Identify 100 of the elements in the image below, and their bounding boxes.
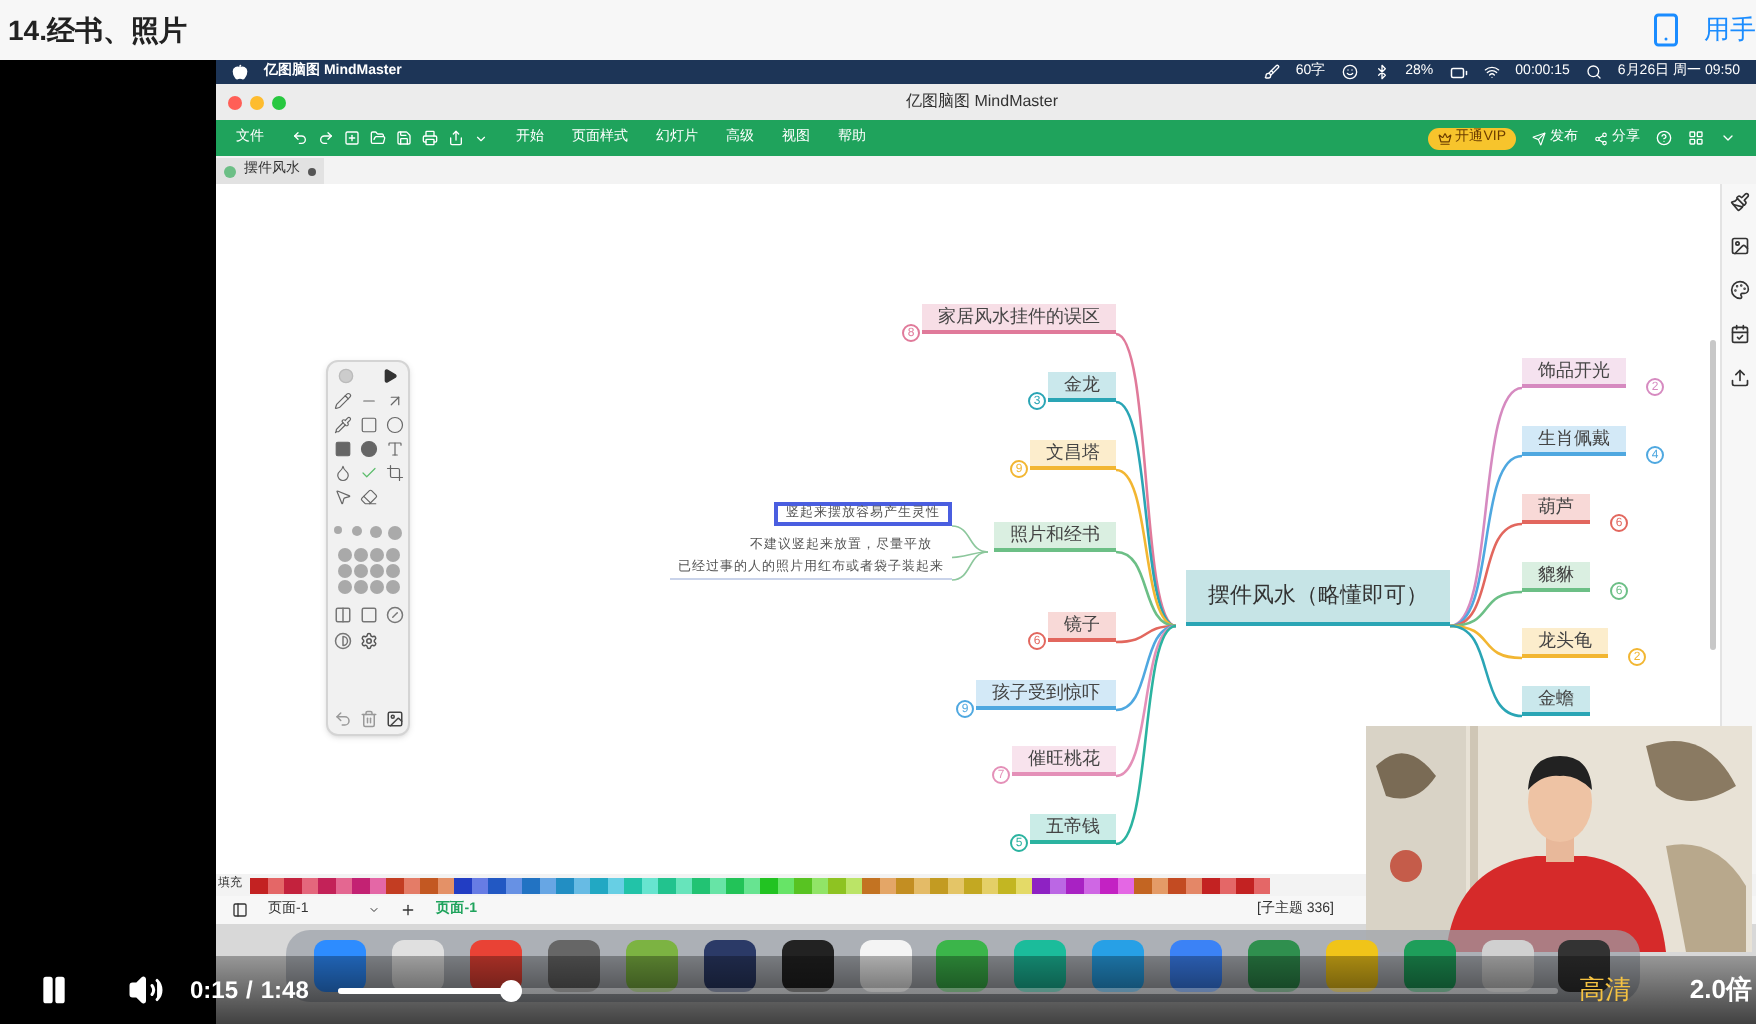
- color-swatch[interactable]: [624, 877, 641, 893]
- topic-node[interactable]: 催旺桃花: [1012, 746, 1116, 772]
- topic-node[interactable]: 孩子受到惊吓: [976, 680, 1116, 706]
- pencil-icon[interactable]: [333, 392, 351, 410]
- speed-button[interactable]: 2.0倍: [1689, 970, 1752, 1010]
- color-swatch[interactable]: [879, 877, 896, 893]
- color-swatch[interactable]: [794, 877, 811, 893]
- droplet-icon[interactable]: [333, 464, 351, 482]
- eraser-icon[interactable]: [359, 488, 377, 506]
- crop-icon[interactable]: [385, 464, 403, 482]
- bluetooth-icon[interactable]: [1373, 64, 1390, 80]
- paintbrush-icon[interactable]: [1729, 192, 1749, 212]
- color-swatch[interactable]: [760, 877, 777, 893]
- color-swatch[interactable]: [641, 877, 658, 893]
- topic-node[interactable]: 家居风水挂件的误区: [922, 304, 1116, 330]
- close-icon[interactable]: [228, 95, 242, 109]
- color-swatch[interactable]: [947, 877, 964, 893]
- new-icon[interactable]: [344, 130, 360, 146]
- color-swatch[interactable]: [896, 877, 913, 893]
- color-swatch[interactable]: [675, 877, 692, 893]
- color-swatch[interactable]: [318, 877, 335, 893]
- color-swatch[interactable]: [692, 877, 709, 893]
- save-icon[interactable]: [396, 130, 412, 146]
- palette-icon[interactable]: [1729, 280, 1749, 300]
- rectangle-icon[interactable]: [359, 416, 377, 434]
- wifi-icon[interactable]: [1483, 64, 1500, 80]
- circle-slash-icon[interactable]: [385, 606, 403, 624]
- color-swatch[interactable]: [556, 877, 573, 893]
- color-swatch[interactable]: [1185, 877, 1202, 893]
- smile-icon[interactable]: [1341, 64, 1358, 80]
- image-icon[interactable]: [1729, 236, 1749, 256]
- battery-icon[interactable]: [1449, 63, 1468, 81]
- print-icon[interactable]: [422, 130, 438, 146]
- color-swatch[interactable]: [573, 877, 590, 893]
- color-swatch[interactable]: [777, 877, 794, 893]
- contrast-icon[interactable]: [333, 632, 351, 650]
- brush-icon[interactable]: [1263, 64, 1280, 80]
- color-swatch[interactable]: [658, 877, 675, 893]
- color-swatch[interactable]: [1236, 877, 1253, 893]
- undo-icon[interactable]: [292, 130, 308, 146]
- color-swatch[interactable]: [284, 877, 301, 893]
- color-swatch[interactable]: [437, 877, 454, 893]
- undo-icon[interactable]: [333, 710, 351, 728]
- color-swatch[interactable]: [267, 877, 284, 893]
- square-icon[interactable]: [359, 606, 377, 624]
- topic-node[interactable]: 照片和经书: [994, 522, 1116, 548]
- color-swatch[interactable]: [1253, 877, 1270, 893]
- color-swatch[interactable]: [1066, 877, 1083, 893]
- color-swatch[interactable]: [811, 877, 828, 893]
- color-swatch[interactable]: [1202, 877, 1219, 893]
- topic-node[interactable]: 镜子: [1048, 612, 1116, 638]
- task-icon[interactable]: [1729, 324, 1749, 344]
- app-icon[interactable]: [703, 940, 756, 992]
- scrollbar[interactable]: [1710, 340, 1716, 650]
- color-swatch[interactable]: [1134, 877, 1151, 893]
- check-icon[interactable]: [359, 464, 377, 482]
- text-icon[interactable]: [385, 440, 403, 458]
- topic-node[interactable]: 金龙: [1048, 372, 1116, 398]
- topic-node[interactable]: 饰品开光: [1522, 358, 1626, 384]
- color-swatch[interactable]: [1219, 877, 1236, 893]
- color-swatch[interactable]: [539, 877, 556, 893]
- search-icon[interactable]: [1585, 64, 1602, 80]
- color-swatch[interactable]: [522, 877, 539, 893]
- color-swatch[interactable]: [1100, 877, 1117, 893]
- color-swatch[interactable]: [1032, 877, 1049, 893]
- topic-node[interactable]: 文昌塔: [1030, 440, 1116, 466]
- color-swatch[interactable]: [981, 877, 998, 893]
- color-swatch[interactable]: [862, 877, 879, 893]
- color-swatch[interactable]: [590, 877, 607, 893]
- color-swatch[interactable]: [828, 877, 845, 893]
- upload-icon[interactable]: [1729, 368, 1749, 388]
- color-swatch[interactable]: [335, 877, 352, 893]
- central-topic[interactable]: 摆件风水（略懂即可）: [1186, 570, 1450, 626]
- color-swatch[interactable]: [998, 877, 1015, 893]
- app-icon[interactable]: [392, 940, 445, 992]
- topic-node[interactable]: 生肖佩戴: [1522, 426, 1626, 452]
- topic-node[interactable]: 葫芦: [1522, 494, 1590, 520]
- color-swatch[interactable]: [454, 877, 471, 893]
- filled-rectangle-icon[interactable]: [333, 440, 351, 458]
- app-icon[interactable]: [314, 940, 367, 992]
- color-swatch[interactable]: [250, 877, 267, 893]
- apple-icon[interactable]: [232, 64, 248, 80]
- color-swatch[interactable]: [1168, 877, 1185, 893]
- color-swatch[interactable]: [1015, 877, 1032, 893]
- add-page-icon[interactable]: [400, 902, 417, 918]
- caret-icon[interactable]: [474, 131, 488, 145]
- help-icon[interactable]: [1656, 130, 1672, 146]
- color-swatch[interactable]: [913, 877, 930, 893]
- volume-icon[interactable]: [128, 972, 164, 1008]
- color-swatch[interactable]: [709, 877, 726, 893]
- color-swatch[interactable]: [352, 877, 369, 893]
- color-swatch[interactable]: [301, 877, 318, 893]
- export-icon[interactable]: [448, 130, 464, 146]
- caret-icon[interactable]: [1720, 130, 1736, 146]
- app-icon[interactable]: [548, 940, 601, 992]
- color-swatch[interactable]: [964, 877, 981, 893]
- play-icon[interactable]: [382, 368, 398, 384]
- color-swatch[interactable]: [930, 877, 947, 893]
- color-swatch[interactable]: [488, 877, 505, 893]
- pipette-icon[interactable]: [333, 416, 351, 434]
